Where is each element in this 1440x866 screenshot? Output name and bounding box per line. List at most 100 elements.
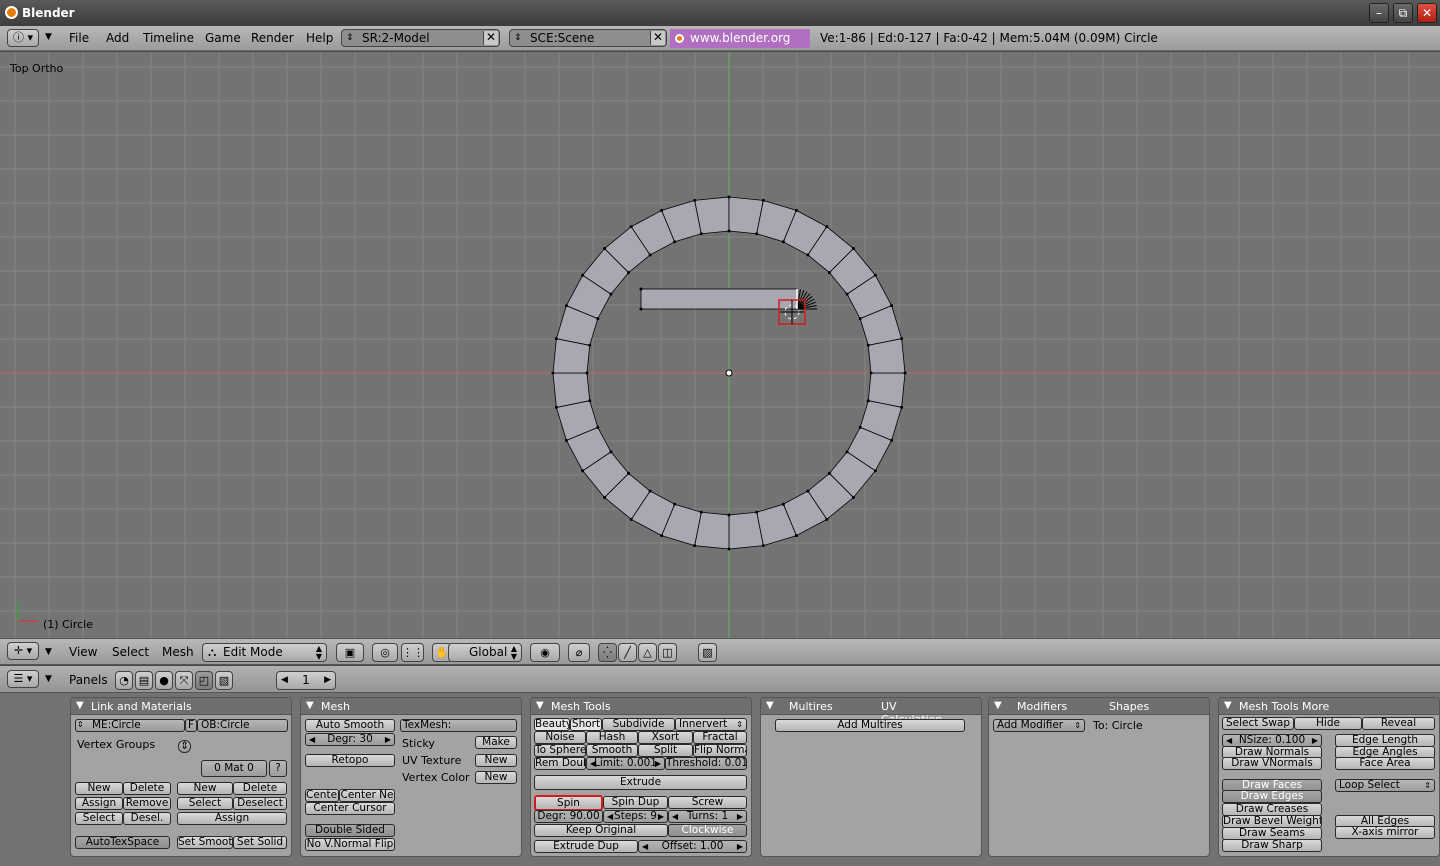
tab-multires[interactable]: Multires [779, 698, 871, 715]
extrude-button[interactable]: Extrude [534, 775, 747, 790]
pivot-icon[interactable]: ◎ [372, 643, 398, 662]
subdivide-button[interactable]: Subdivide [602, 718, 675, 731]
add-multires-button[interactable]: Add Multires [775, 719, 965, 732]
tab-shapes[interactable]: Shapes [1099, 698, 1191, 715]
remove-doubles-button[interactable]: Rem Doub [534, 757, 586, 770]
draw-vnormals-toggle[interactable]: Draw VNormals [1222, 757, 1322, 770]
info-window-type-icon[interactable]: ⓘ ▾ [7, 29, 39, 47]
auto-smooth-toggle[interactable]: Auto Smooth [305, 719, 395, 732]
panel-header[interactable]: ▼ Mesh [301, 698, 521, 715]
texmesh-field[interactable]: TexMesh: [400, 719, 517, 732]
draw-sharp-toggle[interactable]: Draw Sharp [1222, 839, 1322, 852]
menu-add[interactable]: Add [106, 31, 129, 45]
menu-timeline[interactable]: Timeline [143, 31, 194, 45]
material-index-field[interactable]: 0 Mat 0 [201, 760, 267, 777]
panel-header[interactable]: ▼ Modifiers Shapes [989, 698, 1209, 715]
autotexspace-toggle[interactable]: AutoTexSpace [75, 836, 170, 849]
menu-view[interactable]: View [69, 645, 97, 659]
sticky-make-button[interactable]: Make [475, 736, 517, 749]
hide-button[interactable]: Hide [1294, 717, 1362, 730]
menu-select[interactable]: Select [112, 645, 149, 659]
material-deselect-button[interactable]: Deselect [233, 797, 287, 810]
delete-scene-icon[interactable]: ✕ [650, 31, 665, 45]
snap-icon[interactable]: ⌀ [568, 643, 590, 662]
panel-header[interactable]: ▼ Link and Materials [71, 698, 291, 715]
screen-selector[interactable]: ⇕ SR:2-Model ✕ [341, 29, 500, 47]
spin-degree-field[interactable]: Degr: 90.00 [534, 810, 603, 823]
short-toggle[interactable]: Short [570, 718, 602, 731]
center-new-button[interactable]: Center Ne [339, 789, 395, 802]
logic-context-icon[interactable]: ◔ [115, 671, 133, 690]
collapse-icon[interactable]: ▼ [1224, 700, 1232, 711]
collapse-icon[interactable]: ▼ [306, 700, 314, 711]
screw-button[interactable]: Screw [668, 796, 747, 809]
delete-screen-icon[interactable]: ✕ [483, 31, 498, 45]
collapse-menu-icon[interactable]: ▼ [45, 647, 52, 657]
layer-grid-icon[interactable]: ⋮⋮ [401, 643, 424, 662]
menu-help[interactable]: Help [306, 31, 333, 45]
material-help-button[interactable]: ? [269, 760, 287, 777]
collapse-icon[interactable]: ▼ [994, 700, 1002, 711]
proportional-edit-icon[interactable]: ◉ [530, 643, 560, 662]
blender-url-link[interactable]: www.blender.org 246 [670, 29, 810, 64]
no-vnormal-flip-toggle[interactable]: No V.Normal Flip [305, 838, 395, 851]
loop-select-menu[interactable]: Loop Select ⇕ [1335, 779, 1435, 792]
vgroup-new-button[interactable]: New [75, 782, 123, 795]
object-context-icon[interactable]: ⤧ [175, 671, 193, 690]
center-button[interactable]: Center [305, 789, 339, 802]
collapse-icon[interactable]: ▼ [536, 700, 544, 711]
draw-edges-toggle[interactable]: Draw Edges [1222, 790, 1322, 803]
3d-viewport[interactable]: Top Ortho (1) Circle [0, 52, 1440, 638]
noise-button[interactable]: Noise [534, 731, 586, 744]
xaxis-mirror-toggle[interactable]: X-axis mirror [1335, 826, 1435, 839]
mesh-name-field[interactable]: ME:Circle [75, 719, 185, 732]
vgroup-assign-button[interactable]: Assign [75, 797, 123, 810]
vgroup-remove-button[interactable]: Remove [123, 797, 171, 810]
script-context-icon[interactable]: ▤ [135, 671, 153, 690]
face-select-icon[interactable]: △ [638, 643, 657, 662]
material-select-button[interactable]: Select [177, 797, 233, 810]
menu-render[interactable]: Render [251, 31, 294, 45]
collapse-menu-icon[interactable]: ▼ [45, 32, 52, 42]
clockwise-toggle[interactable]: Clockwise [668, 824, 747, 837]
xsort-button[interactable]: Xsort [638, 731, 693, 744]
fractal-button[interactable]: Fractal [693, 731, 747, 744]
scene-selector[interactable]: ⇕ SCE:Scene ✕ [509, 29, 667, 47]
hash-button[interactable]: Hash [586, 731, 638, 744]
flip-normal-button[interactable]: Flip Normal [693, 744, 747, 757]
mode-selector[interactable]: ⛬ Edit Mode ▲ ▼ [202, 643, 327, 662]
viewport-canvas[interactable] [0, 52, 1440, 638]
fake-user-button[interactable]: F [185, 719, 197, 732]
arrow-right-icon[interactable]: ▶ [324, 672, 331, 689]
tab-modifiers[interactable]: Modifiers [1007, 698, 1099, 715]
smooth-button[interactable]: Smooth [586, 744, 638, 757]
vertex-select-icon[interactable]: ⁛ [598, 643, 617, 662]
edge-select-icon[interactable]: ╱ [618, 643, 637, 662]
smooth-degree-field[interactable]: ◀ Degr: 30 ▶ [305, 733, 395, 746]
3d-view-window-type-icon[interactable]: ✛ ▾ [7, 642, 39, 660]
spin-button[interactable]: Spin [534, 795, 603, 811]
uv-texture-new-button[interactable]: New [475, 754, 517, 767]
select-swap-button[interactable]: Select Swap [1222, 717, 1294, 730]
draw-type-icon[interactable]: ▣ [336, 643, 364, 662]
render-preview-icon[interactable]: ▨ [698, 643, 717, 662]
material-delete-button[interactable]: Delete [233, 782, 287, 795]
collapse-menu-icon[interactable]: ▼ [45, 674, 52, 684]
arrow-left-icon[interactable]: ◀ [281, 672, 288, 689]
material-assign-button[interactable]: Assign [177, 812, 287, 825]
innervert-button[interactable]: Innervert ⇕ [675, 718, 747, 731]
shading-context-icon[interactable]: ● [155, 671, 173, 690]
add-modifier-menu[interactable]: Add Modifier ⇕ [993, 719, 1085, 732]
vertex-group-menu-icon[interactable]: ⇕ [178, 740, 191, 753]
threshold-field[interactable]: Threshold: 0.010 [665, 757, 747, 770]
turns-field[interactable]: ◀ Turns: 1 ▶ [668, 810, 747, 823]
offset-field[interactable]: ◀ Offset: 1.00 ▶ [638, 840, 747, 853]
material-new-button[interactable]: New [177, 782, 233, 795]
double-sided-toggle[interactable]: Double Sided [305, 824, 395, 837]
close-button[interactable]: ✕ [1417, 3, 1437, 23]
to-sphere-button[interactable]: To Sphere [534, 744, 586, 757]
occlude-geometry-icon[interactable]: ◫ [658, 643, 677, 662]
minimize-button[interactable]: – [1369, 3, 1389, 23]
vgroup-deselect-button[interactable]: Desel. [123, 812, 171, 825]
tab-uv-calculation[interactable]: UV Calculation [871, 698, 971, 726]
